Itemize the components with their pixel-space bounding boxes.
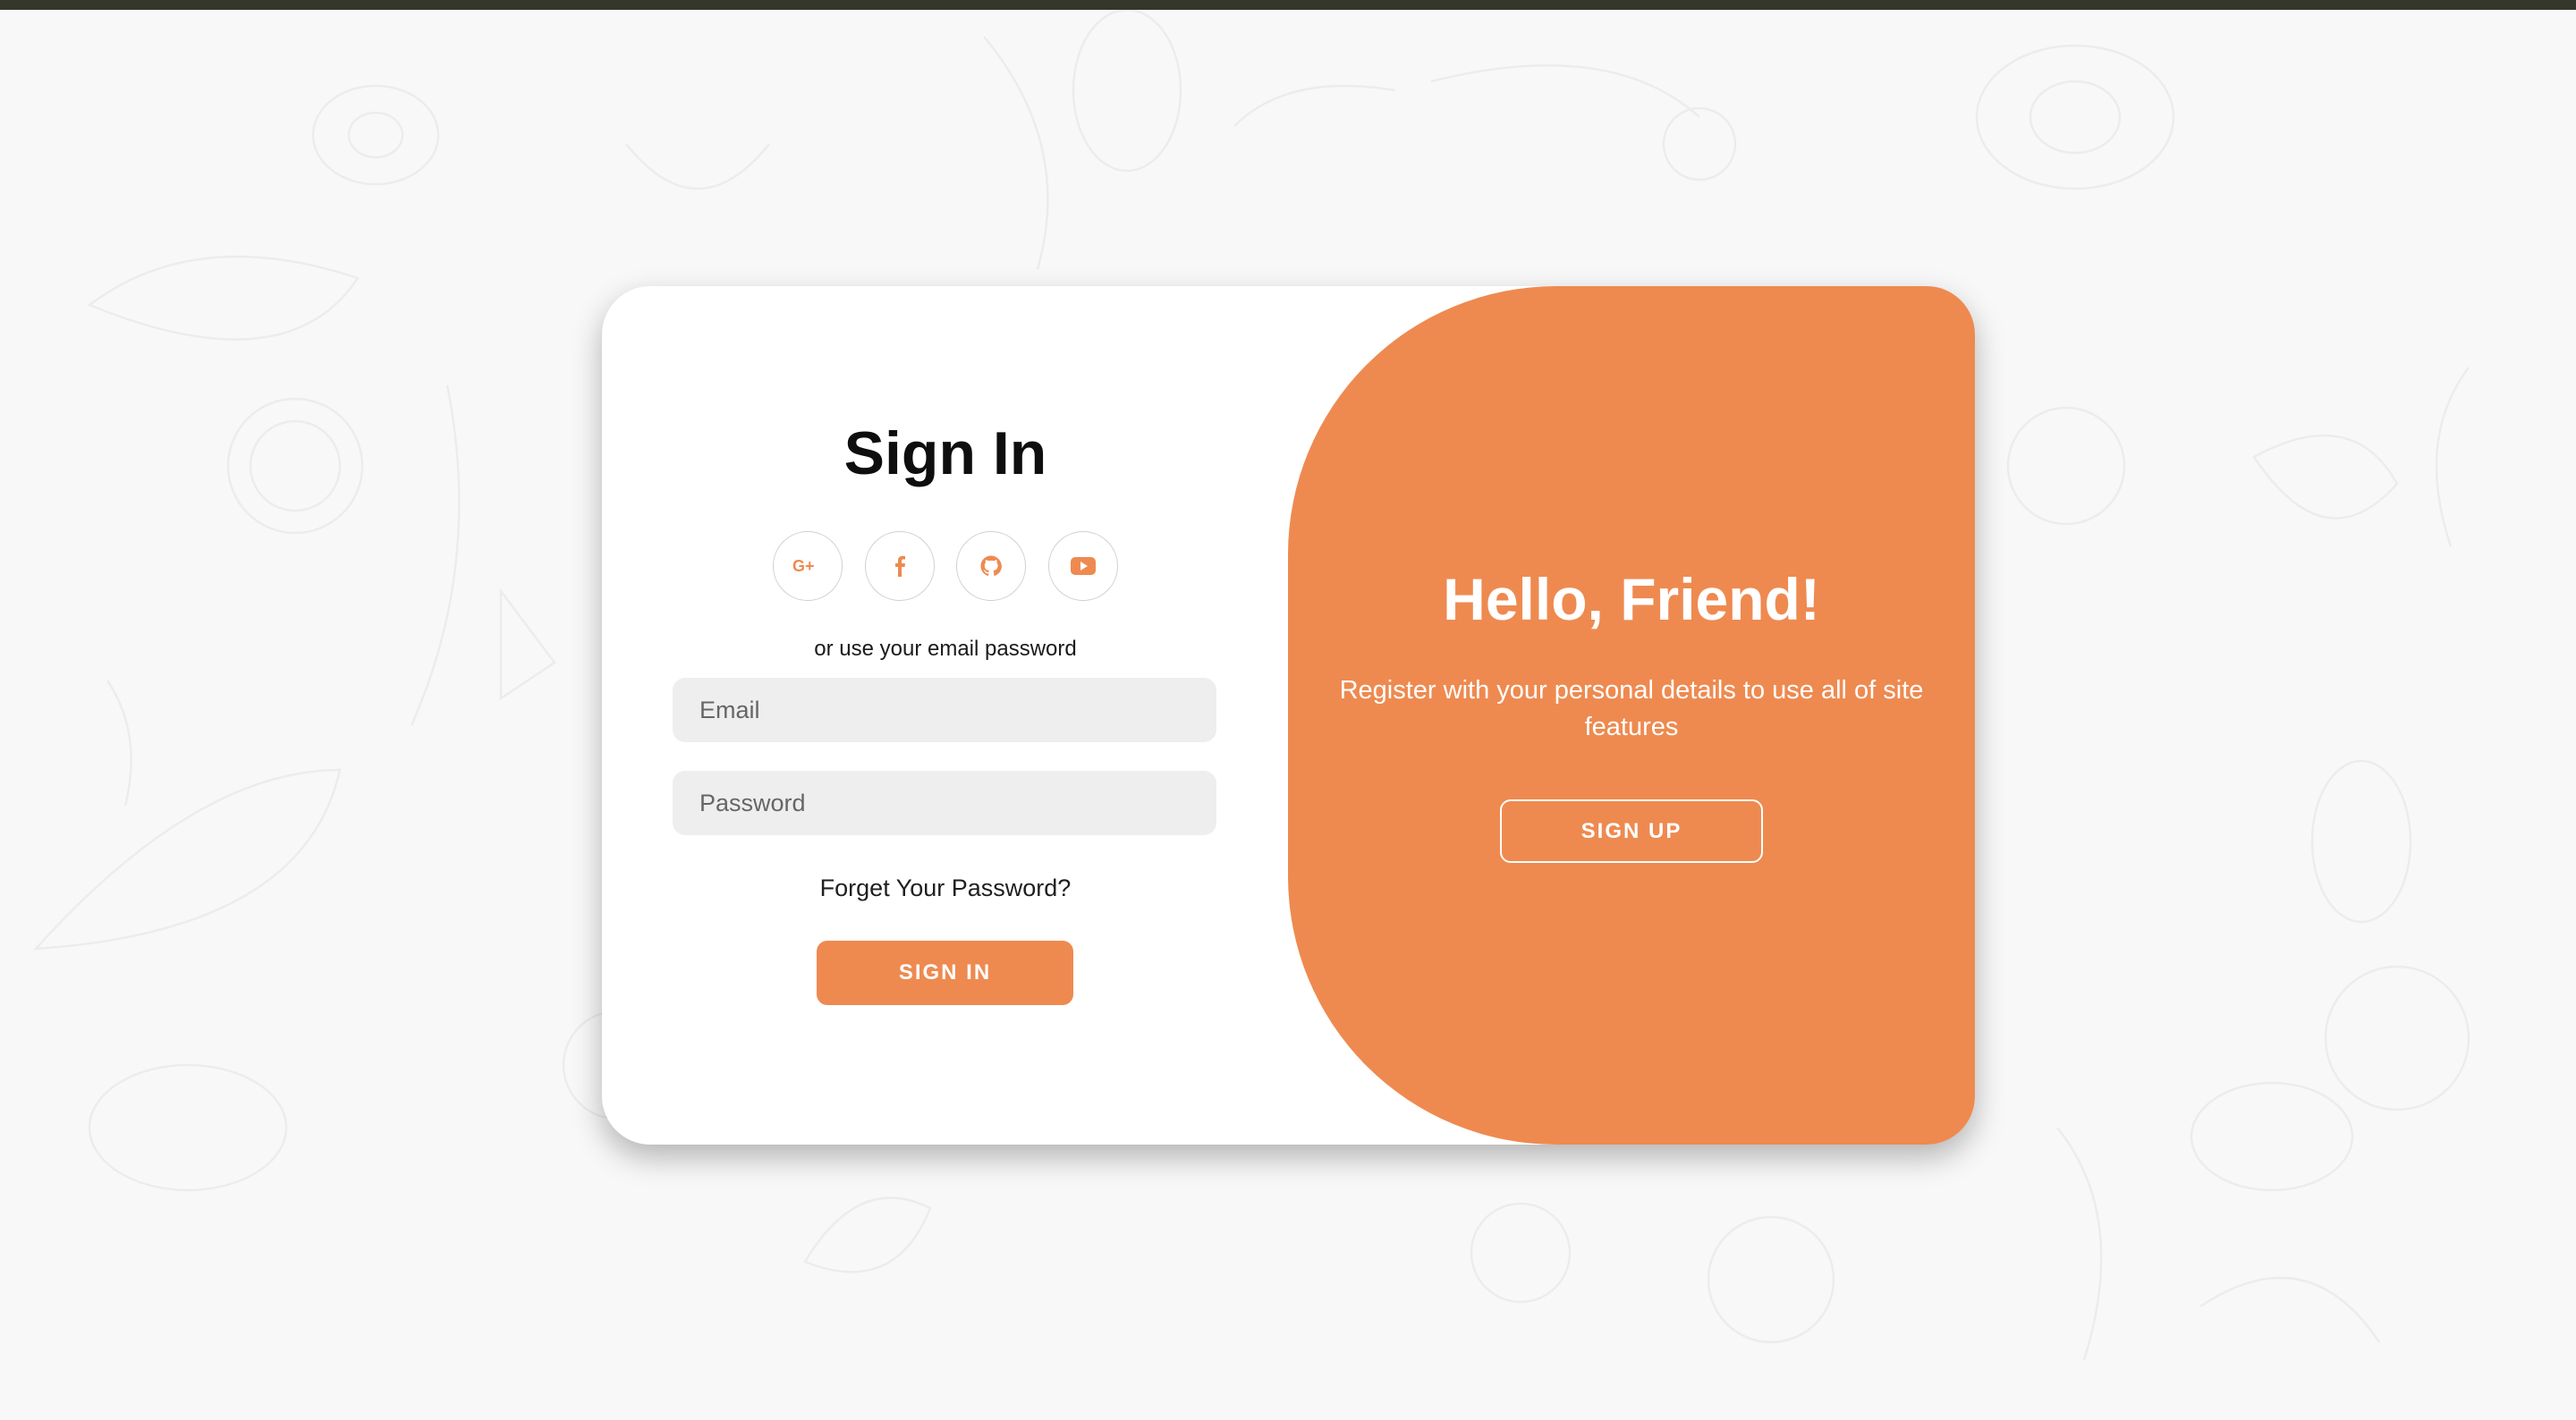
signup-promo-panel: Hello, Friend! Register with your person…: [1288, 286, 1975, 1145]
facebook-button[interactable]: [864, 531, 935, 601]
forgot-password-link[interactable]: Forget Your Password?: [602, 875, 1289, 902]
youtube-icon: [1070, 557, 1096, 575]
promo-text: Register with your personal details to u…: [1339, 676, 1924, 741]
signin-title: Sign In: [843, 419, 1047, 487]
github-icon: [980, 555, 1003, 576]
svg-text:G+: G+: [792, 557, 815, 575]
auth-card: Sign In G+ or use your email password Em…: [602, 286, 1975, 1145]
youtube-button[interactable]: [1047, 531, 1118, 601]
promo-title: Hello, Friend!: [1443, 566, 1820, 632]
email-login-hint: or use your email password: [814, 637, 1077, 661]
google-plus-icon: G+: [792, 557, 815, 575]
github-button[interactable]: [956, 531, 1027, 601]
google-plus-button[interactable]: G+: [773, 531, 843, 601]
signup-button[interactable]: SIGN UP: [1500, 799, 1763, 863]
email-input[interactable]: [673, 678, 1216, 742]
top-bar: [0, 0, 2576, 10]
signin-panel: Sign In G+ or use your email password Em…: [602, 286, 1289, 1145]
signin-button[interactable]: SIGN IN: [817, 941, 1073, 1005]
password-input[interactable]: [673, 771, 1216, 835]
social-login-group: G+: [773, 531, 1118, 603]
facebook-icon: [894, 555, 905, 577]
